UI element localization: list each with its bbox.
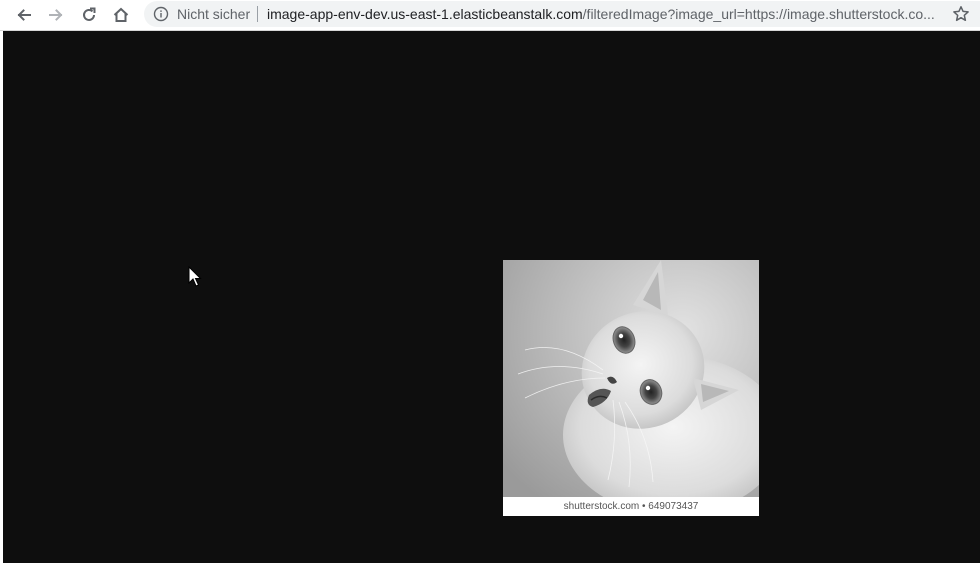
address-bar[interactable]: Nicht sicher image-app-env-dev.us-east-1… — [144, 1, 980, 27]
url-host: image-app-env-dev.us-east-1.elasticbeans… — [267, 6, 583, 22]
omnibox-separator — [257, 6, 258, 22]
window-edge — [0, 31, 3, 563]
security-label[interactable]: Nicht sicher — [177, 6, 250, 22]
arrow-right-icon — [49, 9, 63, 21]
image-watermark: shutterstock.com • 649073437 — [503, 497, 759, 516]
url-path: /filteredImage?image_url=https://image.s… — [582, 6, 935, 22]
mouse-cursor-icon — [188, 266, 202, 287]
reload-button[interactable] — [75, 1, 103, 29]
url-text[interactable]: image-app-env-dev.us-east-1.elasticbeans… — [267, 6, 935, 22]
home-button[interactable] — [107, 1, 135, 29]
home-icon — [113, 7, 129, 22]
page-content — [0, 31, 980, 563]
filtered-image: shutterstock.com • 649073437 — [503, 260, 759, 516]
info-icon[interactable] — [153, 6, 169, 22]
reload-icon — [83, 7, 96, 21]
browser-toolbar: Nicht sicher image-app-env-dev.us-east-1… — [0, 0, 980, 31]
kitten-photo — [503, 260, 759, 497]
star-icon[interactable] — [952, 5, 970, 23]
forward-button[interactable] — [42, 1, 70, 29]
back-button[interactable] — [10, 1, 38, 29]
arrow-left-icon — [17, 9, 31, 21]
